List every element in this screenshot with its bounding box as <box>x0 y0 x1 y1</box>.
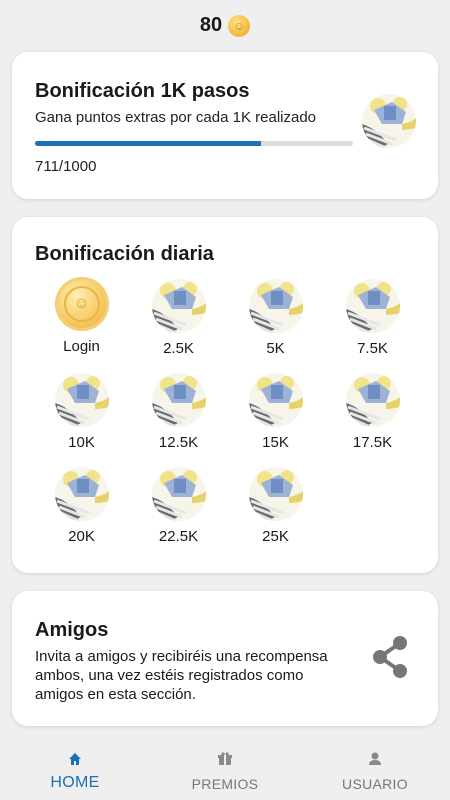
daily-bonus-grid: ☺ Login 2.5K 5K 7.5K 10K 12.5K 15K 17.5K 20K 22.5K… <box>33 277 423 545</box>
daily-bonus-label: 15K <box>262 434 289 451</box>
daily-bonus-label: 22.5K <box>158 528 199 545</box>
badge-icon <box>346 279 400 333</box>
daily-bonus-item: 25K <box>227 465 324 545</box>
step-progress-fill <box>35 141 262 146</box>
daily-bonus-label: 25K <box>262 528 289 545</box>
coin-icon: ☺ <box>228 14 251 37</box>
step-progress-count: 711/1000 <box>35 158 97 175</box>
step-bonus-card: Bonificación 1K pasos Gana puntos extras… <box>12 52 438 199</box>
daily-bonus-label: 17.5K <box>352 434 393 451</box>
daily-bonus-label: 7.5K <box>357 340 388 357</box>
share-icon[interactable] <box>370 635 410 679</box>
nav-item-premios[interactable]: PREMIOS <box>150 738 300 792</box>
points-value: 80 <box>199 14 223 36</box>
badge-icon <box>152 467 206 521</box>
step-bonus-subtitle: Gana puntos extras por cada 1K realizado <box>35 109 317 126</box>
step-progress-bar <box>35 141 353 146</box>
friends-card: Amigos Invita a amigos y recibiréis una … <box>12 591 438 726</box>
step-bonus-title: Bonificación 1K pasos <box>35 80 250 102</box>
daily-bonus-item: 17.5K <box>324 371 421 451</box>
user-icon <box>369 752 381 765</box>
badge-icon <box>346 373 400 427</box>
friends-title: Amigos <box>35 619 109 641</box>
daily-bonus-item: 10K <box>33 371 130 451</box>
badge-icon <box>249 279 303 333</box>
badge-icon <box>362 94 416 148</box>
badge-icon <box>55 467 109 521</box>
nav-label-usuario: USUARIO <box>342 776 408 792</box>
daily-bonus-item: 22.5K <box>130 465 227 545</box>
nav-item-usuario[interactable]: USUARIO <box>300 738 450 792</box>
home-icon <box>69 753 81 765</box>
daily-bonus-item: 15K <box>227 371 324 451</box>
daily-bonus-card: Bonificación diaria ☺ Login 2.5K 5K 7.5K 10K 1… <box>12 217 438 573</box>
daily-bonus-label: 12.5K <box>158 434 199 451</box>
badge-icon <box>152 279 206 333</box>
daily-bonus-title: Bonificación diaria <box>35 243 214 265</box>
daily-bonus-item: 12.5K <box>130 371 227 451</box>
daily-bonus-label: 20K <box>68 528 95 545</box>
friends-description: Invita a amigos y recibiréis una recompe… <box>35 648 328 703</box>
badge-icon <box>152 373 206 427</box>
badge-icon <box>55 373 109 427</box>
daily-bonus-item: 7.5K <box>324 277 421 357</box>
daily-bonus-item: 2.5K <box>130 277 227 357</box>
daily-bonus-item: 20K <box>33 465 130 545</box>
daily-bonus-label: 2.5K <box>163 340 194 357</box>
nav-item-home[interactable]: HOME <box>0 738 150 792</box>
nav-label-home: HOME <box>50 774 100 791</box>
daily-bonus-label: 10K <box>68 434 95 451</box>
badge-icon <box>249 467 303 521</box>
gift-icon <box>218 752 232 765</box>
points-header: 80 ☺ <box>0 14 450 37</box>
daily-bonus-label: 5K <box>266 340 285 357</box>
daily-bonus-label: Login <box>63 338 100 355</box>
bottom-nav: HOME PREMIOS USUARIO <box>0 738 450 800</box>
nav-label-premios: PREMIOS <box>191 776 259 792</box>
badge-icon <box>249 373 303 427</box>
daily-bonus-item: 5K <box>227 277 324 357</box>
coin-icon: ☺ <box>54 277 109 331</box>
daily-bonus-item: ☺ Login <box>33 277 130 357</box>
